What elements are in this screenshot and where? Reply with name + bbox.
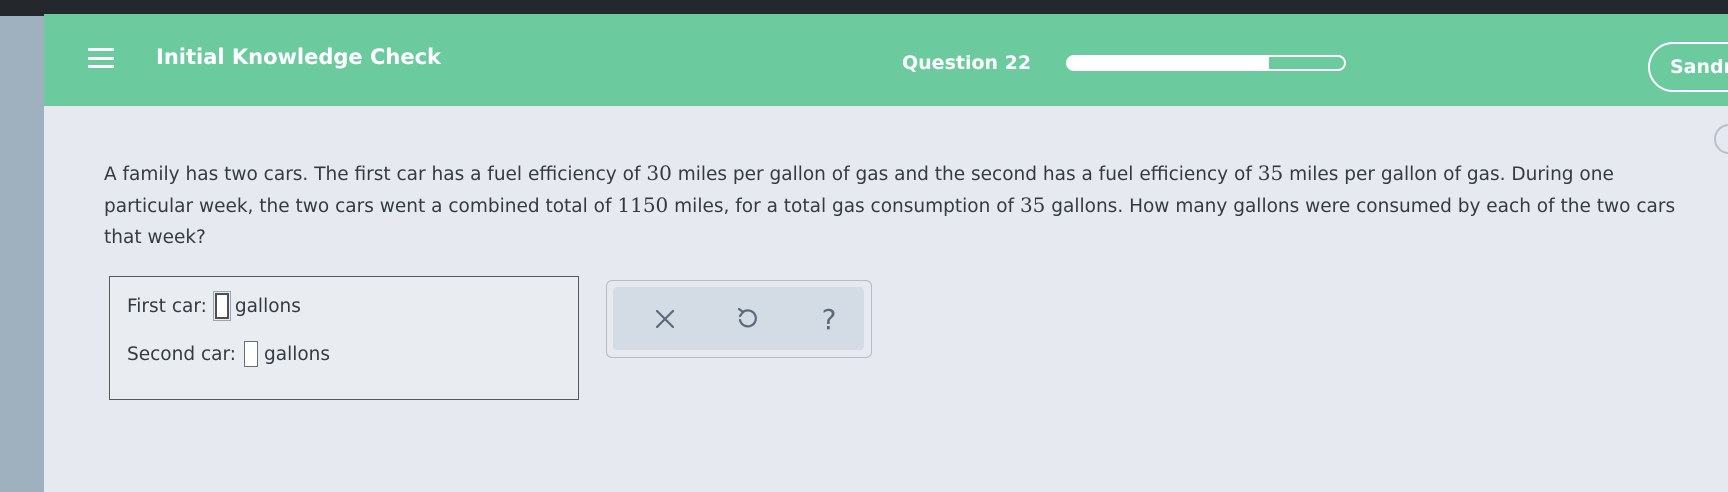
second-car-unit: gallons (264, 343, 331, 365)
progress-bar (1066, 55, 1346, 71)
question-icon: ? (821, 302, 837, 336)
second-car-input[interactable] (244, 341, 258, 367)
progress-bar-fill (1068, 57, 1270, 69)
hamburger-menu-icon[interactable] (88, 48, 114, 68)
x-icon (655, 309, 675, 329)
efficiency-first: 30 (646, 161, 672, 185)
clear-button[interactable] (645, 299, 685, 339)
efficiency-second: 35 (1257, 161, 1284, 185)
side-panel-tab[interactable] (1714, 124, 1728, 154)
header-bar: Initial Knowledge Check Question 22 Sand… (44, 14, 1728, 106)
page-title: Initial Knowledge Check (156, 45, 442, 69)
answer-tools-panel: ? (613, 287, 864, 350)
undo-icon (737, 307, 757, 328)
first-car-unit: gallons (234, 295, 301, 317)
first-car-input[interactable] (212, 291, 231, 321)
user-menu-button[interactable]: Sandr (1648, 42, 1728, 92)
undo-button[interactable] (727, 299, 767, 339)
second-car-label: Second car: (127, 343, 236, 365)
answer-area: First car: gallons Second car: gallons (109, 276, 579, 400)
question-number: Question 22 (902, 52, 1032, 74)
help-button[interactable]: ? (809, 299, 849, 339)
answer-tools: ? (606, 280, 872, 358)
total-gallons: 35 (1019, 193, 1046, 217)
second-car-row: Second car: gallons (127, 341, 330, 367)
screen: Initial Knowledge Check Question 22 Sand… (0, 0, 1728, 492)
total-miles: 1150 (617, 193, 669, 217)
first-car-row: First car: gallons (127, 291, 301, 321)
assessment-page: Initial Knowledge Check Question 22 Sand… (44, 14, 1728, 492)
first-car-label: First car: (127, 295, 207, 317)
question-text: A family has two cars. The first car has… (104, 161, 1676, 248)
